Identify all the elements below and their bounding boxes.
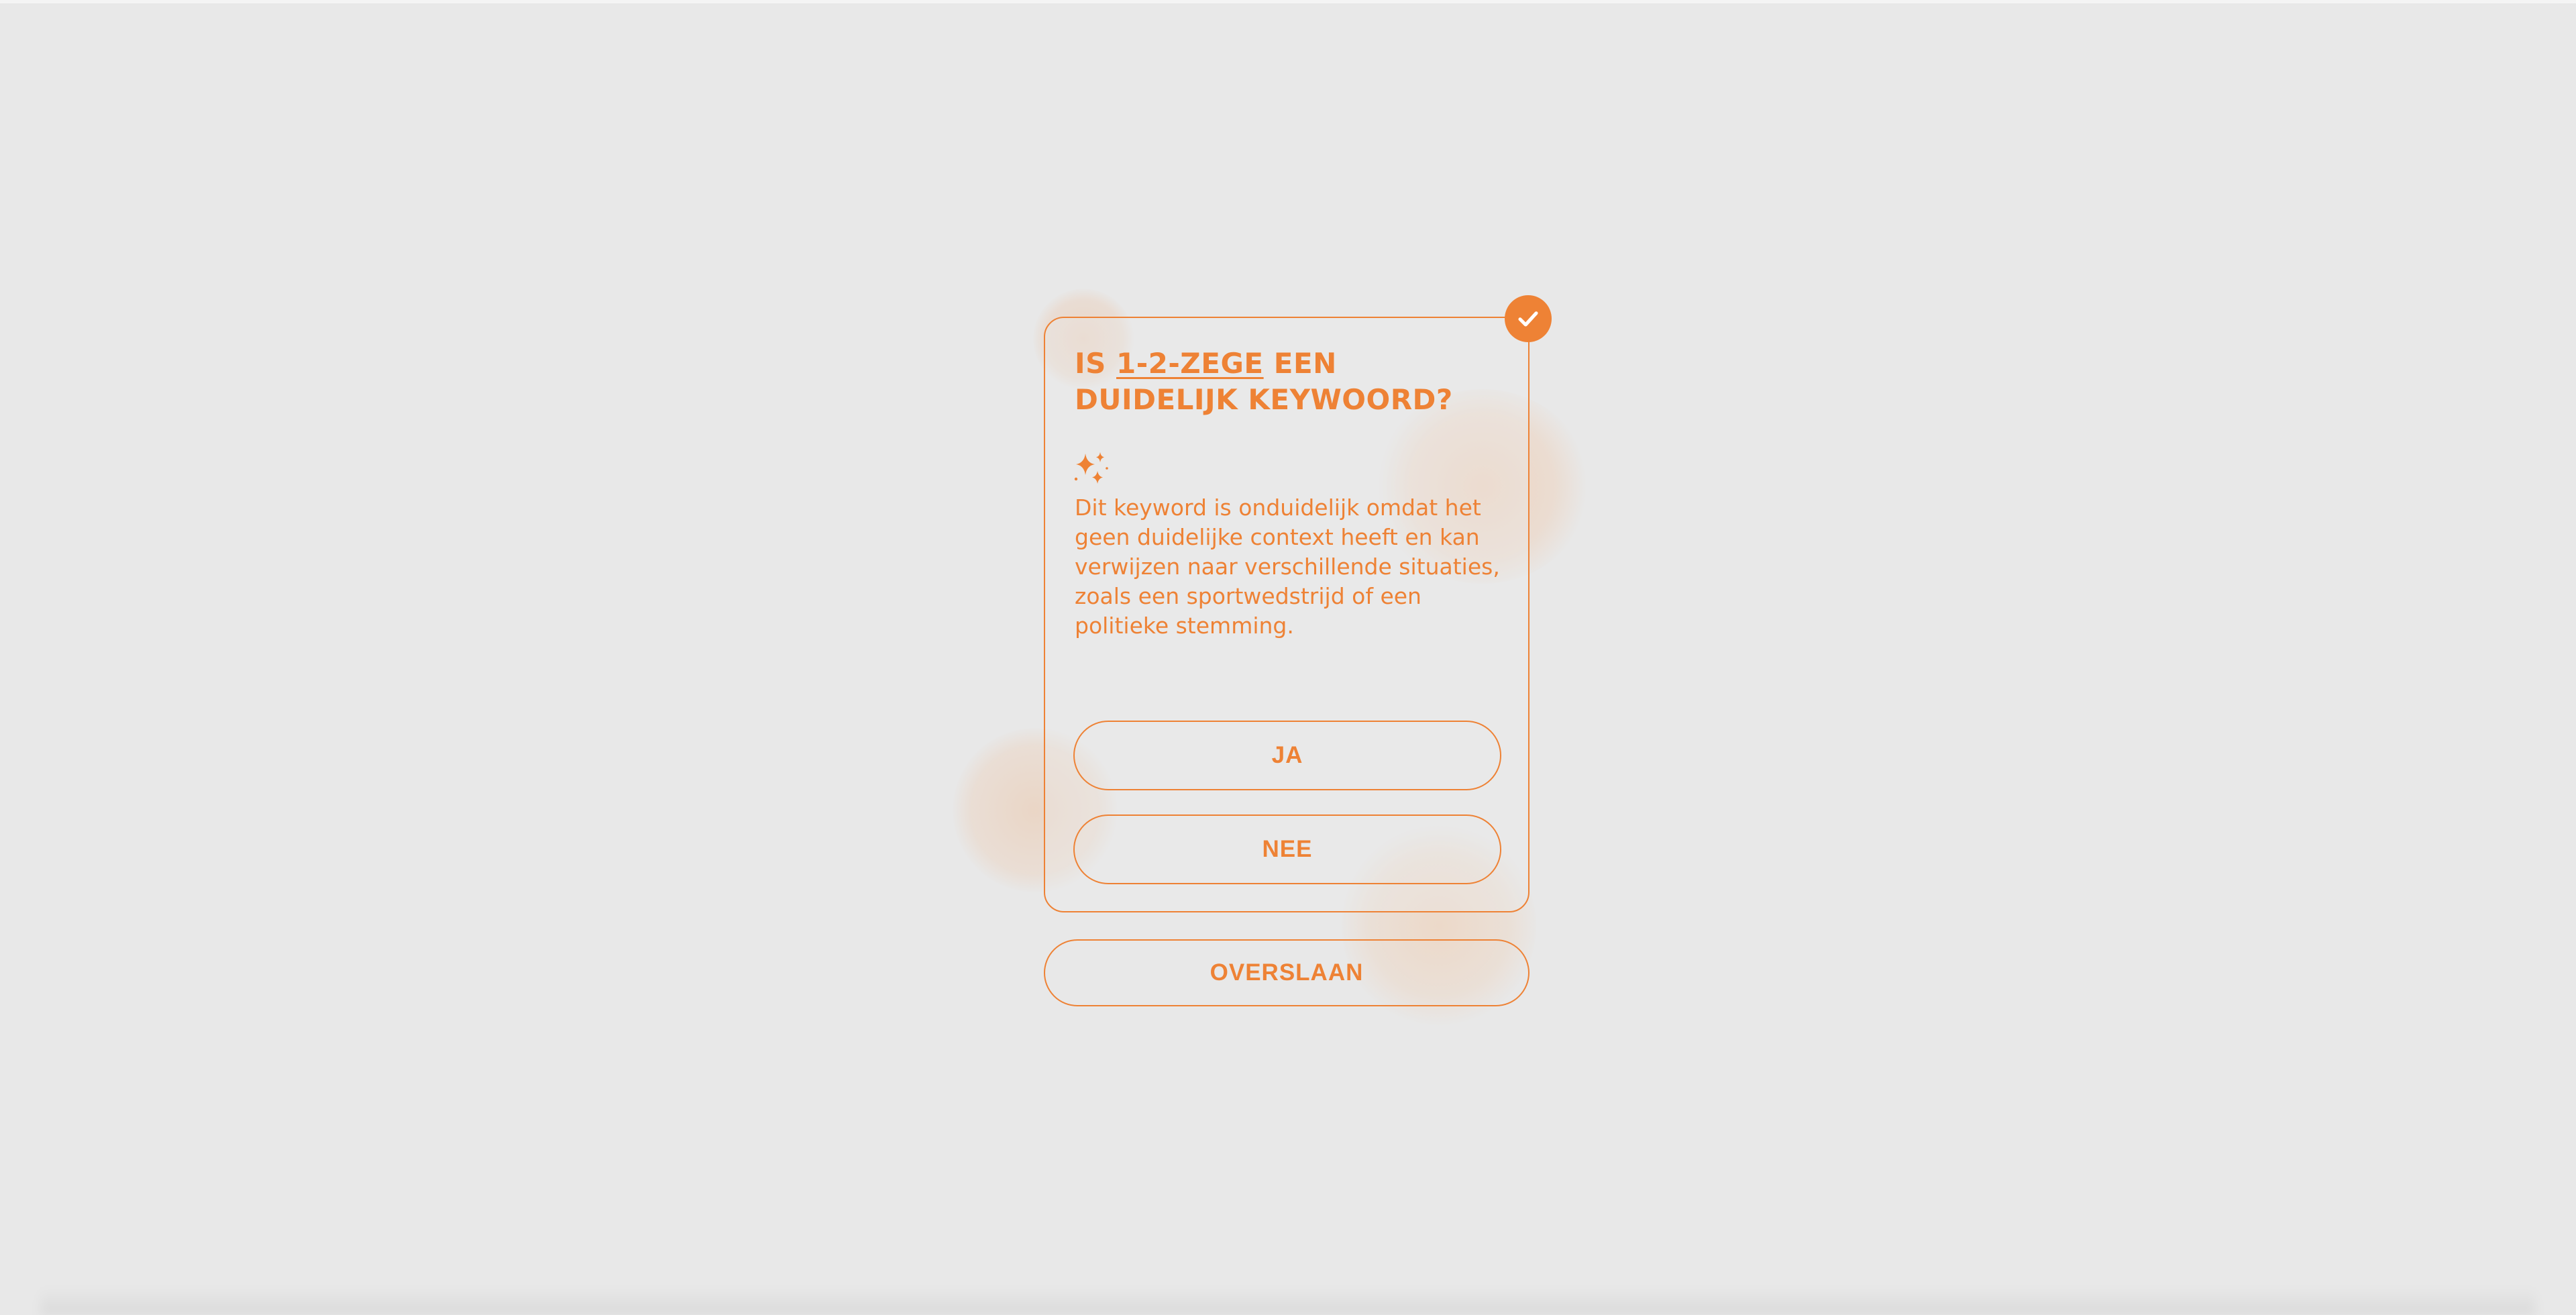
bottom-shadow <box>40 1288 2536 1315</box>
check-badge <box>1505 295 1552 342</box>
explanation-text: Dit keyword is onduidelijk omdat het gee… <box>1075 494 1500 639</box>
keyword-link[interactable]: 1-2-ZEGE <box>1116 347 1264 380</box>
question-title: IS 1-2-ZEGE EEN DUIDELIJK KEYWOORD? <box>1075 346 1504 418</box>
sparkles-icon <box>1074 452 1108 484</box>
skip-button[interactable]: OVERSLAAN <box>1044 939 1529 1006</box>
top-edge <box>0 0 2576 3</box>
yes-button[interactable]: JA <box>1073 721 1501 790</box>
title-prefix: IS <box>1075 347 1116 380</box>
no-button[interactable]: NEE <box>1073 814 1501 884</box>
check-icon <box>1518 311 1538 327</box>
